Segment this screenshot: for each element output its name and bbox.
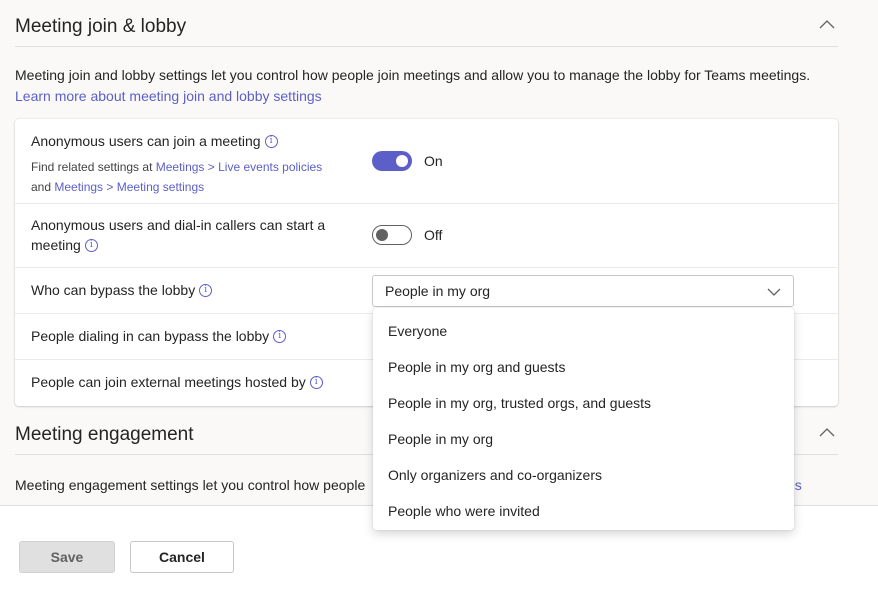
live-events-policies-link[interactable]: Live events policies <box>218 160 322 174</box>
toggle-knob <box>396 155 408 167</box>
related-settings-text: Find related settings at Meetings > Live… <box>31 157 322 177</box>
setting-label-text: Anonymous users can join a meeting <box>31 133 261 149</box>
and-text: and <box>31 180 55 194</box>
section-description: Meeting join and lobby settings let you … <box>15 65 810 107</box>
anonymous-start-toggle[interactable] <box>372 225 412 245</box>
setting-label-text: People dialing in can bypass the lobby <box>31 328 270 344</box>
dropdown-option-everyone[interactable]: Everyone <box>373 311 794 347</box>
info-icon[interactable]: i <box>199 283 213 297</box>
bypass-lobby-select[interactable]: People in my org <box>372 275 794 307</box>
cancel-button[interactable]: Cancel <box>130 541 234 573</box>
chevron-up-icon[interactable] <box>818 18 836 30</box>
info-icon[interactable]: i <box>84 238 98 252</box>
dropdown-option-invited[interactable]: People who were invited <box>373 491 794 527</box>
dropdown-option-my-org[interactable]: People in my org <box>373 419 794 455</box>
meetings-link[interactable]: Meetings <box>156 160 205 174</box>
description-text: Meeting join and lobby settings let you … <box>15 67 811 83</box>
learn-more-link[interactable]: Learn more about meeting join and lobby … <box>15 88 322 104</box>
option-label: People in my org <box>388 431 494 447</box>
toggle-state-text: On <box>424 153 443 169</box>
dropdown-option-org-and-guests[interactable]: People in my org and guests <box>373 347 794 383</box>
related-settings-text-2: and Meetings > Meeting settings <box>31 177 204 197</box>
setting-row-anonymous-start: Anonymous users and dial-in callers can … <box>15 203 838 268</box>
description-text: Meeting engagement settings let you cont… <box>15 477 366 493</box>
setting-label-text: meeting <box>31 237 81 253</box>
setting-label-text: Who can bypass the lobby <box>31 282 196 298</box>
breadcrumb-separator: > <box>204 160 219 174</box>
meeting-settings-link[interactable]: Meeting settings <box>117 180 204 194</box>
setting-label: People dialing in can bypass the lobby i <box>31 326 287 346</box>
toggle-state-text: Off <box>424 227 443 243</box>
setting-label: Anonymous users can join a meeting i <box>31 131 278 151</box>
setting-label: People can join external meetings hosted… <box>31 372 323 392</box>
select-value: People in my org <box>385 283 491 299</box>
option-label: Only organizers and co-organizers <box>388 467 602 483</box>
chevron-down-icon <box>767 288 781 296</box>
option-label: Everyone <box>388 323 448 339</box>
option-label: People in my org and guests <box>388 359 566 375</box>
dropdown-option-org-trusted-guests[interactable]: People in my org, trusted orgs, and gues… <box>373 383 794 419</box>
section-title: Meeting join & lobby <box>15 16 187 37</box>
toggle-knob <box>376 229 388 241</box>
option-label: People in my org, trusted orgs, and gues… <box>388 395 652 411</box>
setting-label: Anonymous users and dial-in callers can … <box>31 215 325 255</box>
setting-label-text: Anonymous users and dial-in callers can … <box>31 217 326 233</box>
setting-label: Who can bypass the lobby i <box>31 280 213 300</box>
section-title: Meeting engagement <box>15 424 194 445</box>
info-icon[interactable]: i <box>264 134 278 148</box>
anonymous-join-toggle[interactable] <box>372 151 412 171</box>
bypass-lobby-dropdown-list: Everyone People in my org and guests Peo… <box>373 308 794 530</box>
breadcrumb-separator: > <box>103 180 117 194</box>
setting-row-anonymous-join: Anonymous users can join a meeting i Find… <box>15 119 838 204</box>
section-description: Meeting engagement settings let you cont… <box>15 475 365 496</box>
option-label: People who were invited <box>388 503 540 519</box>
related-prefix: Find related settings at <box>31 160 156 174</box>
dropdown-option-organizers[interactable]: Only organizers and co-organizers <box>373 455 794 491</box>
info-icon[interactable]: i <box>273 329 287 343</box>
meeting-join-section-header[interactable]: Meeting join & lobby <box>15 2 838 47</box>
save-button[interactable]: Save <box>19 541 115 573</box>
chevron-up-icon[interactable] <box>818 426 836 438</box>
setting-label-text: People can join external meetings hosted… <box>31 374 306 390</box>
meetings-link[interactable]: Meetings <box>54 180 103 194</box>
info-icon[interactable]: i <box>309 375 323 389</box>
